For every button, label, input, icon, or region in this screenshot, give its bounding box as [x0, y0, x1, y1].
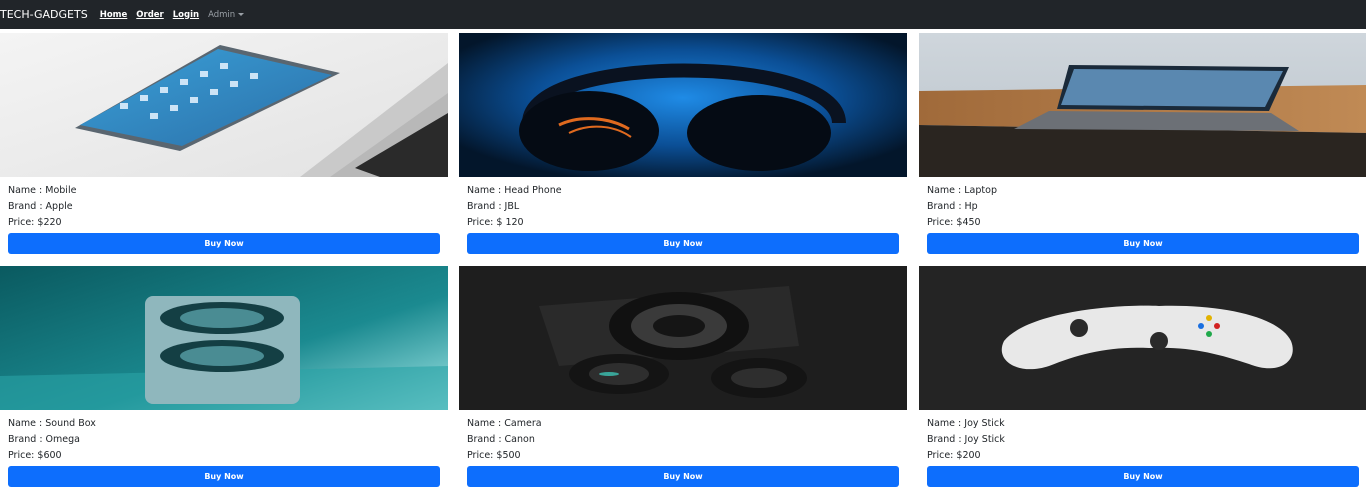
buy-now-button[interactable]: Buy Now — [927, 233, 1359, 254]
brand-logo[interactable]: TECH-GADGETS — [0, 8, 88, 21]
product-card-soundbox: Name : Sound Box Brand : Omega Price: $6… — [0, 266, 448, 487]
card-body: Name : Joy Stick Brand : Joy Stick Price… — [919, 410, 1366, 487]
product-image-headphone — [459, 33, 907, 177]
admin-label: Admin — [208, 9, 236, 20]
product-card-joystick: Name : Joy Stick Brand : Joy Stick Price… — [919, 266, 1366, 487]
product-card-laptop: Name : Laptop Brand : Hp Price: $450 Buy… — [919, 33, 1366, 254]
product-name: Name : Mobile — [8, 185, 77, 196]
product-brand: Brand : Joy Stick — [927, 434, 1005, 445]
product-image-laptop — [919, 33, 1366, 177]
product-name: Name : Laptop — [927, 185, 997, 196]
admin-dropdown[interactable]: Admin — [208, 9, 245, 20]
card-body: Name : Mobile Brand : Apple Price: $220 … — [0, 177, 448, 254]
product-brand: Brand : JBL — [467, 201, 520, 212]
product-price: Price: $ 120 — [467, 217, 524, 228]
card-body: Name : Sound Box Brand : Omega Price: $6… — [0, 410, 448, 487]
buy-now-button[interactable]: Buy Now — [467, 233, 899, 254]
card-body: Name : Laptop Brand : Hp Price: $450 Buy… — [919, 177, 1366, 254]
product-name: Name : Sound Box — [8, 418, 96, 429]
buy-now-button[interactable]: Buy Now — [8, 466, 440, 487]
card-body: Name : Camera Brand : Canon Price: $500 … — [459, 410, 907, 487]
product-card-headphone: Name : Head Phone Brand : JBL Price: $ 1… — [459, 33, 907, 254]
product-brand: Brand : Hp — [927, 201, 978, 212]
product-image-mobile — [0, 33, 448, 177]
product-price: Price: $600 — [8, 450, 62, 461]
product-price: Price: $200 — [927, 450, 981, 461]
caret-down-icon — [238, 13, 245, 16]
buy-now-button[interactable]: Buy Now — [467, 466, 899, 487]
product-card-camera: Name : Camera Brand : Canon Price: $500 … — [459, 266, 907, 487]
product-brand: Brand : Canon — [467, 434, 535, 445]
product-image-soundbox — [0, 266, 448, 410]
nav-home-link[interactable]: Home — [100, 10, 128, 20]
product-brand: Brand : Omega — [8, 434, 80, 445]
card-body: Name : Head Phone Brand : JBL Price: $ 1… — [459, 177, 907, 254]
product-name: Name : Joy Stick — [927, 418, 1005, 429]
product-price: Price: $450 — [927, 217, 981, 228]
buy-now-button[interactable]: Buy Now — [8, 233, 440, 254]
product-name: Name : Head Phone — [467, 185, 562, 196]
product-image-joystick — [919, 266, 1366, 410]
product-card-mobile: Name : Mobile Brand : Apple Price: $220 … — [0, 33, 448, 254]
product-name: Name : Camera — [467, 418, 542, 429]
nav-order-link[interactable]: Order — [136, 10, 163, 20]
product-brand: Brand : Apple — [8, 201, 73, 212]
navbar: TECH-GADGETS Home Order Login Admin — [0, 0, 1366, 29]
product-image-camera — [459, 266, 907, 410]
buy-now-button[interactable]: Buy Now — [927, 466, 1359, 487]
nav-login-link[interactable]: Login — [173, 10, 199, 20]
product-price: Price: $500 — [467, 450, 521, 461]
product-price: Price: $220 — [8, 217, 62, 228]
product-grid: Name : Mobile Brand : Apple Price: $220 … — [0, 29, 1366, 494]
